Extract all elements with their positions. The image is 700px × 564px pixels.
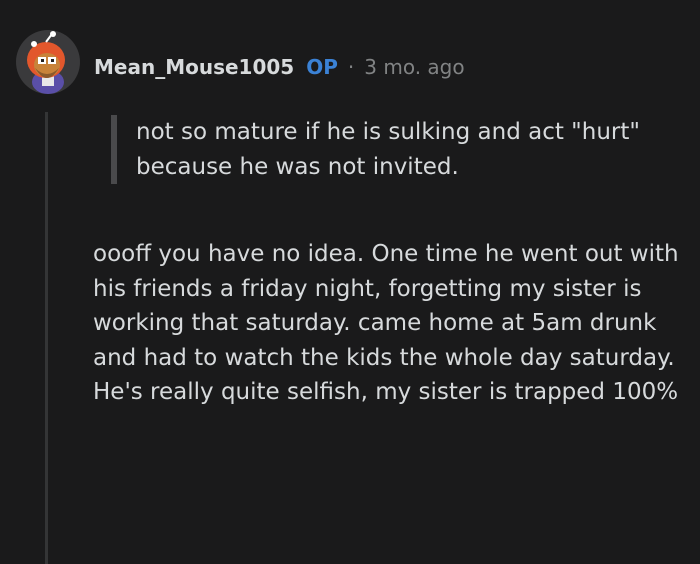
comment-body: oooff you have no idea. One time he went… bbox=[93, 241, 679, 405]
comment-timestamp[interactable]: 3 mo. ago bbox=[364, 55, 464, 79]
username-link[interactable]: Mean_Mouse1005 bbox=[94, 55, 294, 79]
thread-line[interactable] bbox=[45, 112, 48, 564]
snoo-avatar-icon bbox=[27, 31, 65, 94]
comment-header: Mean_Mouse1005 OP · 3 mo. ago bbox=[94, 50, 465, 84]
quoted-text: not so mature if he is sulking and act "… bbox=[111, 115, 700, 184]
comment: Mean_Mouse1005 OP · 3 mo. ago not so mat… bbox=[0, 0, 700, 564]
op-badge: OP bbox=[306, 55, 338, 79]
user-avatar[interactable] bbox=[16, 30, 80, 94]
meta-separator: · bbox=[347, 55, 355, 79]
